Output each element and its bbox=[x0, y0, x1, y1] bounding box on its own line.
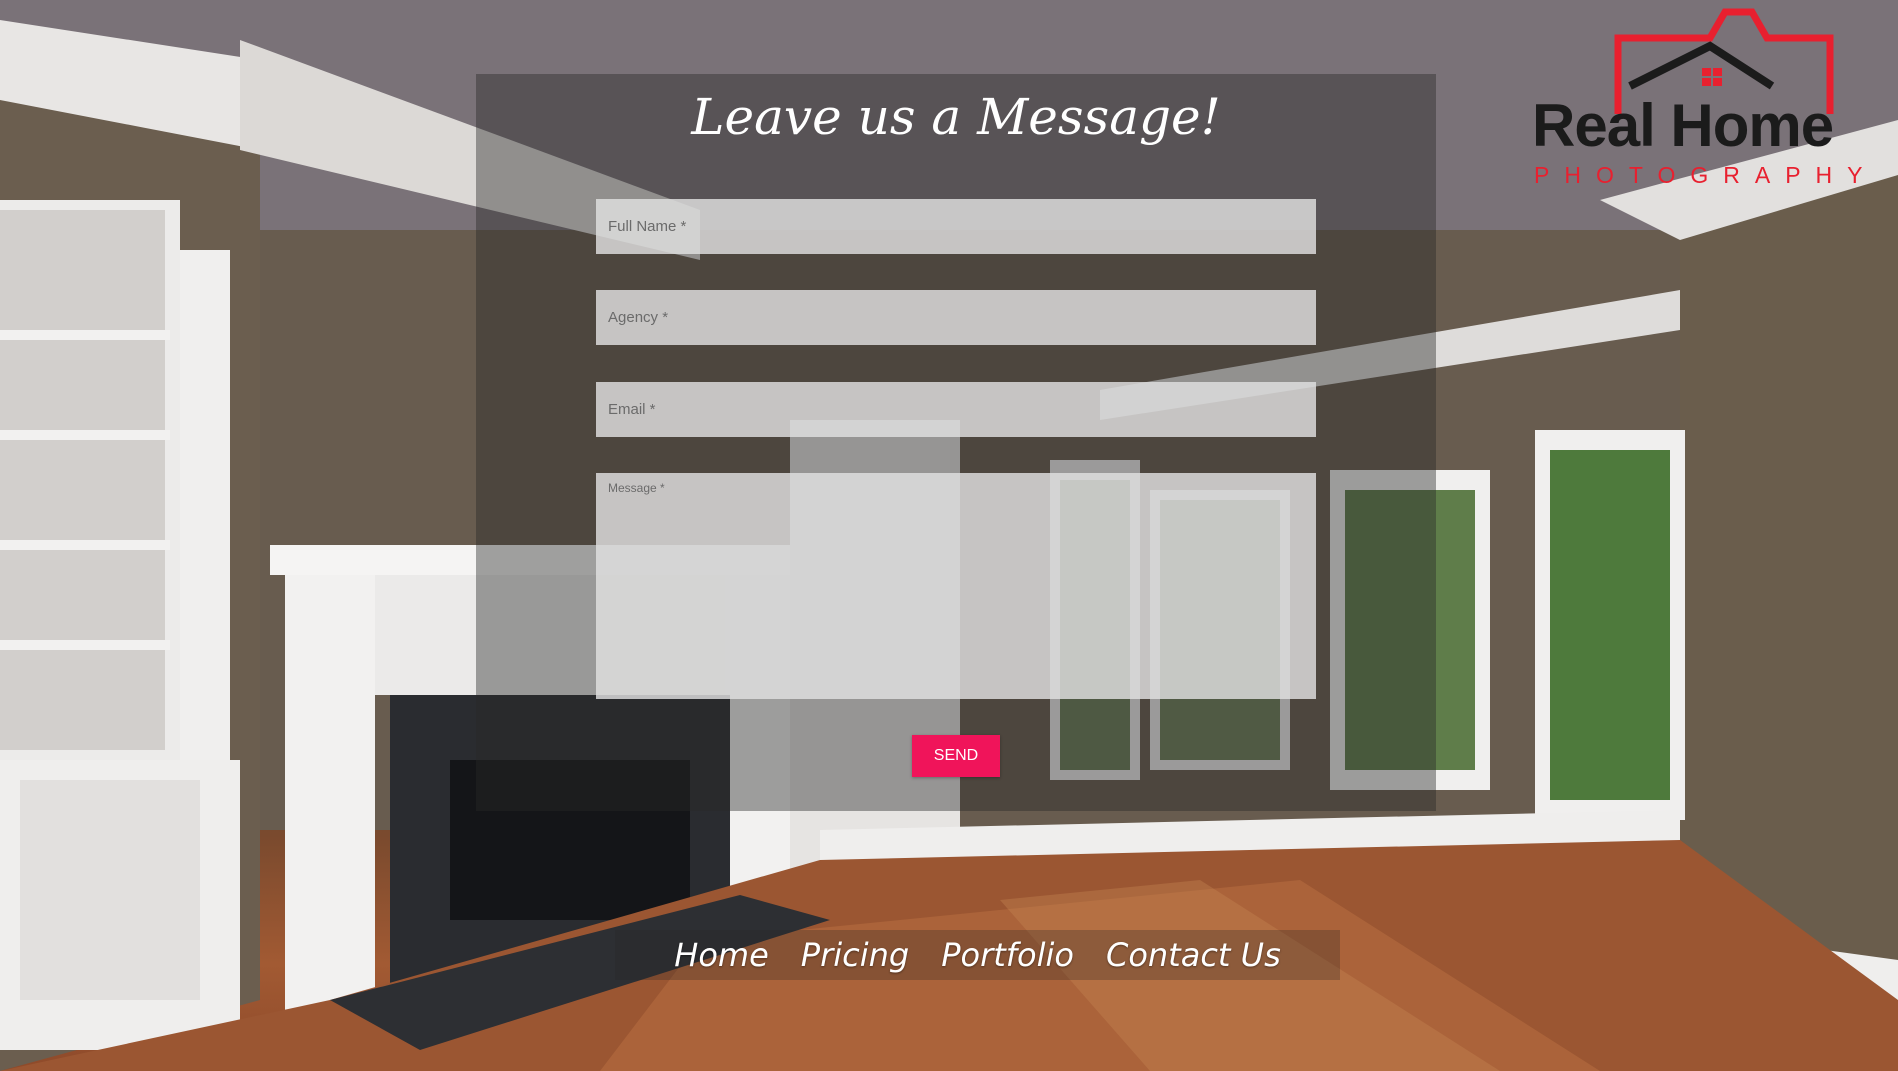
brand-logo-title: Real Home bbox=[1532, 92, 1834, 159]
nav-item-contact-us[interactable]: Contact Us bbox=[1106, 936, 1281, 974]
send-button[interactable]: SEND bbox=[912, 735, 1000, 777]
email-placeholder: Email * bbox=[608, 401, 656, 418]
full-name-field[interactable]: Full Name * bbox=[596, 199, 1316, 254]
contact-form-panel: Leave us a Message! Full Name * Agency *… bbox=[476, 74, 1436, 811]
page: Real Home PHOTOGRAPHY Leave us a Message… bbox=[0, 0, 1898, 1071]
main-nav: Home Pricing Portfolio Contact Us bbox=[615, 930, 1340, 980]
agency-placeholder: Agency * bbox=[608, 309, 669, 326]
message-placeholder: Message * bbox=[608, 481, 665, 495]
full-name-placeholder: Full Name * bbox=[608, 218, 687, 235]
nav-item-home[interactable]: Home bbox=[674, 936, 769, 974]
email-field[interactable]: Email * bbox=[596, 382, 1316, 437]
nav-item-pricing[interactable]: Pricing bbox=[801, 936, 909, 974]
message-textarea[interactable]: Message * bbox=[596, 473, 1316, 699]
agency-field[interactable]: Agency * bbox=[596, 290, 1316, 345]
nav-item-portfolio[interactable]: Portfolio bbox=[941, 936, 1074, 974]
brand-logo-subtitle: PHOTOGRAPHY bbox=[1534, 162, 1878, 188]
form-title: Leave us a Message! bbox=[691, 88, 1221, 146]
brand-logo[interactable]: Real Home PHOTOGRAPHY bbox=[1520, 8, 1863, 188]
